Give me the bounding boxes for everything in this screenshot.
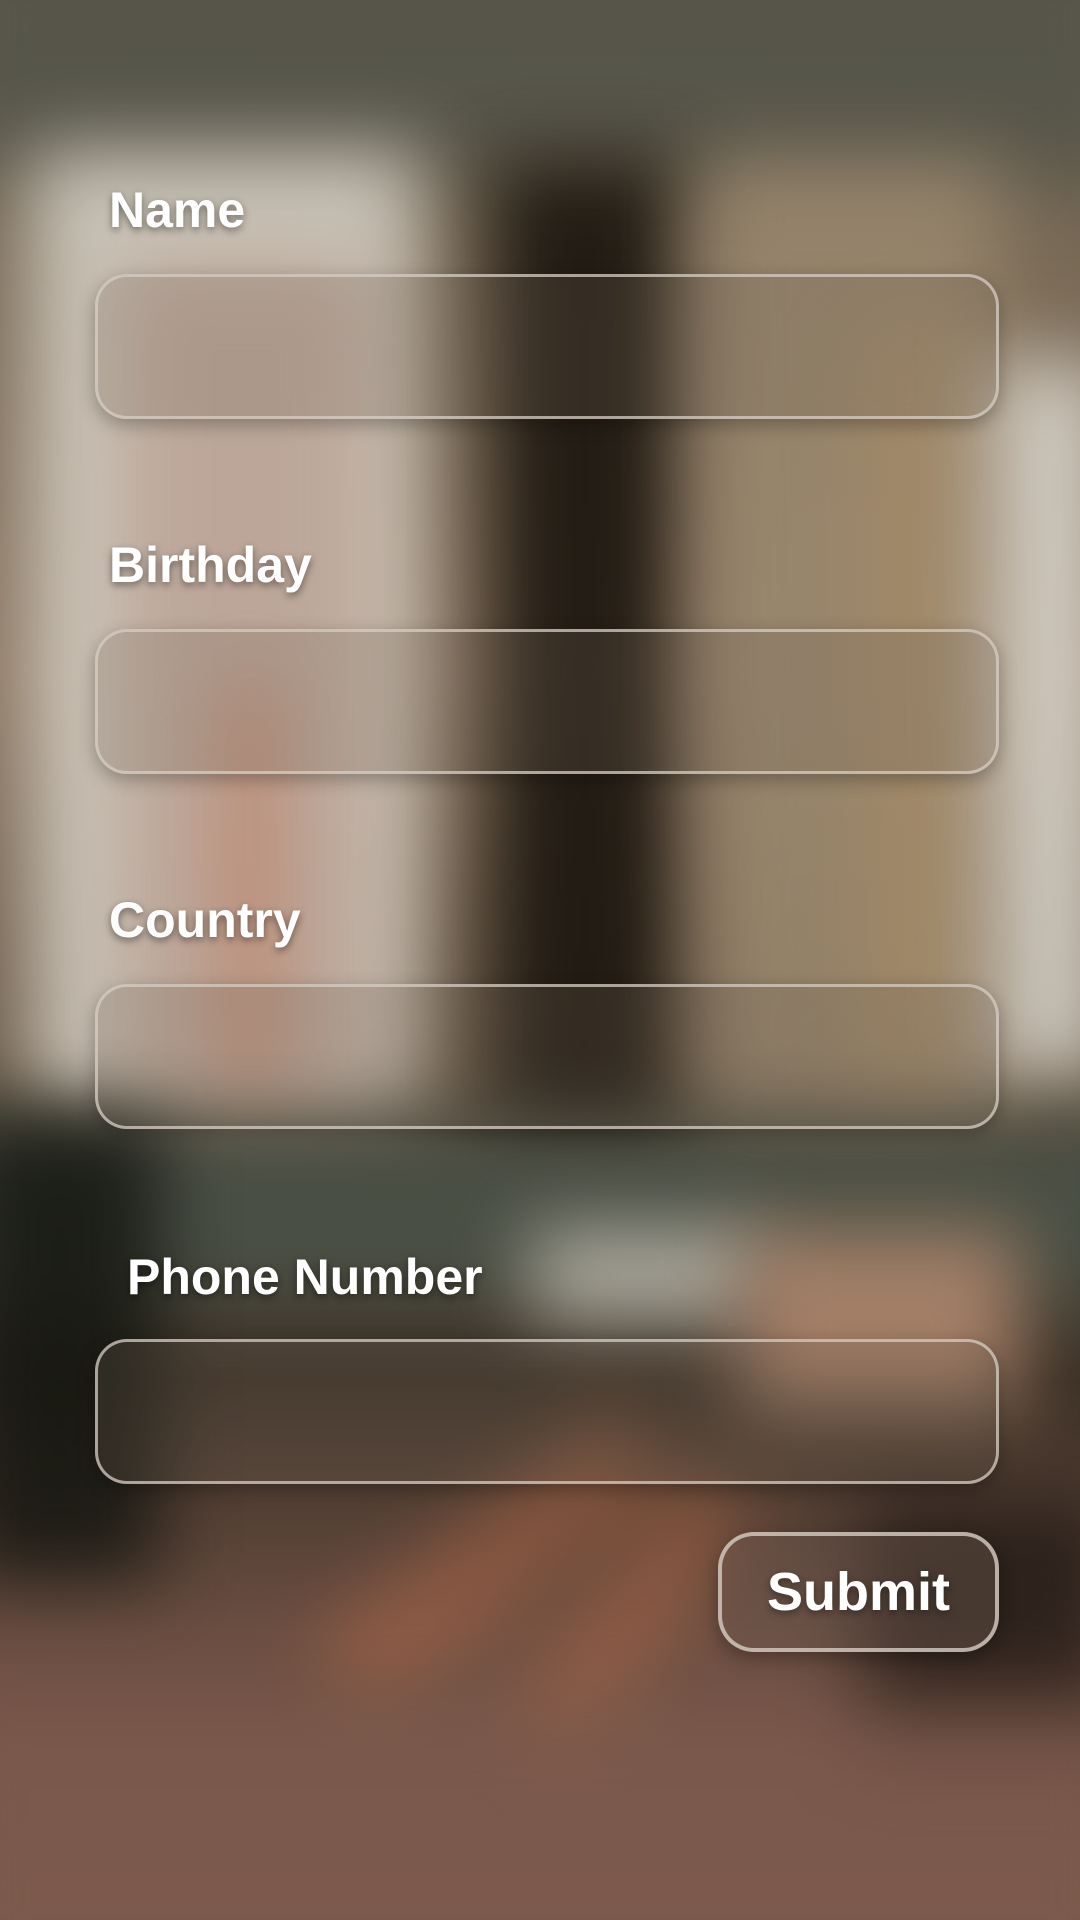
- country-label: Country: [109, 892, 301, 948]
- birthday-label: Birthday: [109, 537, 312, 593]
- signup-form: Name Birthday Country Phone Number Submi…: [0, 0, 1080, 1920]
- birthday-input[interactable]: [95, 629, 999, 774]
- submit-button[interactable]: Submit: [718, 1532, 999, 1652]
- name-label: Name: [109, 182, 246, 238]
- phone-number-label: Phone Number: [127, 1249, 483, 1305]
- phone-number-input[interactable]: [95, 1339, 999, 1484]
- name-input[interactable]: [95, 274, 999, 419]
- country-input[interactable]: [95, 984, 999, 1129]
